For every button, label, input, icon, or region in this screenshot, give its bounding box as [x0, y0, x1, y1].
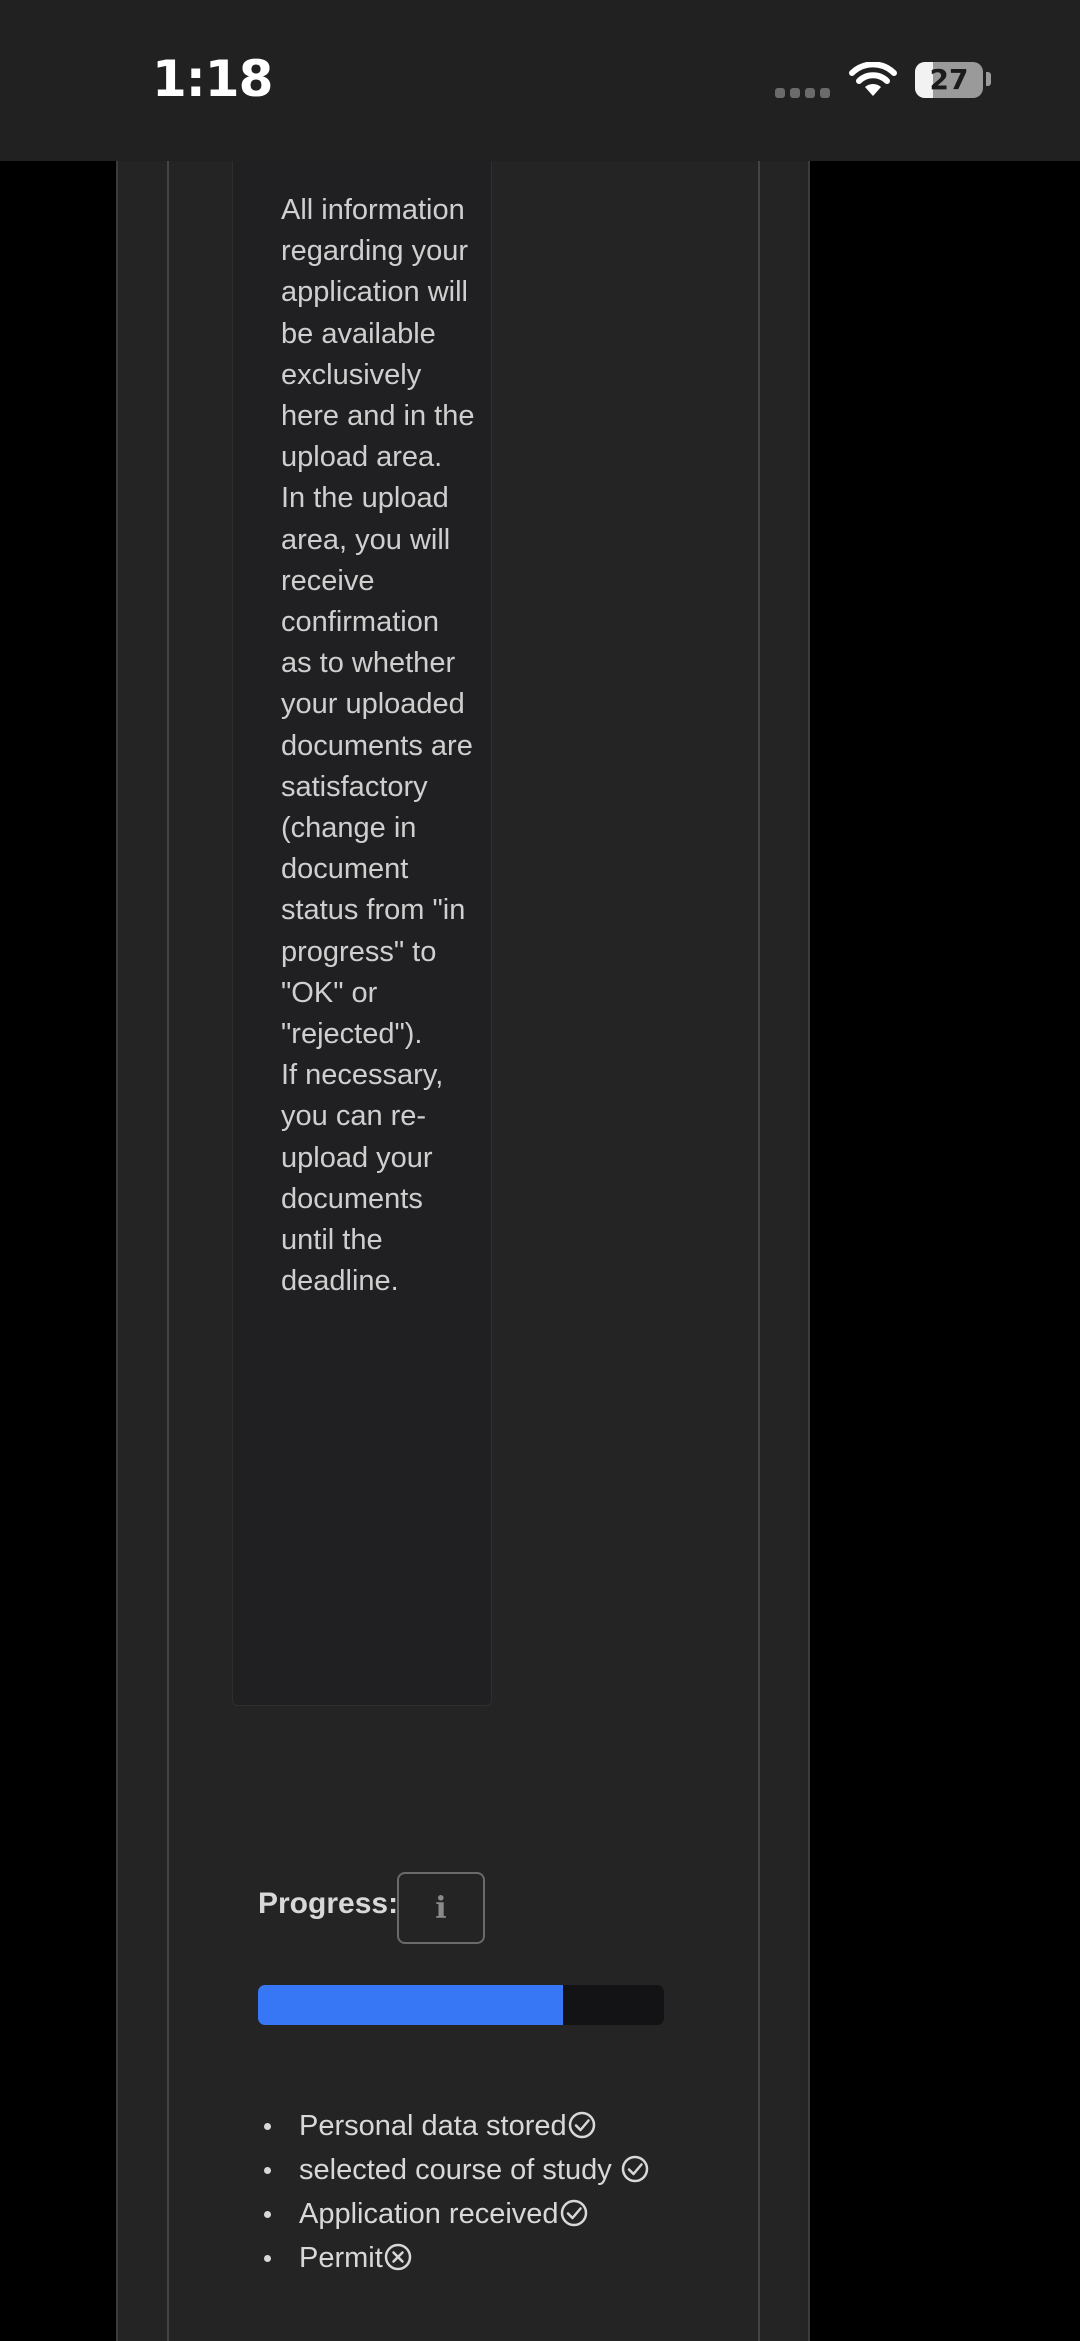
info-text: All information regarding your applicati… — [281, 190, 477, 1302]
battery-percentage: 27 — [929, 63, 969, 96]
check-circle-icon — [560, 2199, 587, 2227]
info-icon: i — [435, 1890, 447, 1926]
checklist-label: Personal data stored — [299, 2110, 567, 2142]
signal-icon — [775, 88, 830, 98]
check-circle-icon — [621, 2155, 649, 2183]
wifi-icon — [849, 62, 897, 96]
status-time: 1:18 — [152, 50, 273, 108]
list-item: Permit — [258, 2236, 658, 2280]
info-paragraph: All information regarding your applicati… — [281, 194, 475, 474]
check-circle-icon — [568, 2111, 595, 2139]
status-bar: 1:18 27 — [0, 0, 1080, 161]
progress-bar — [258, 1985, 664, 2025]
status-checklist: Personal data stored selected course of … — [258, 2104, 658, 2280]
progress-label: Progress: — [258, 1887, 399, 1920]
info-paragraph: In the upload area, you will receive con… — [281, 482, 473, 1051]
list-item: Personal data stored — [258, 2104, 658, 2148]
info-paragraph: If necessary, you can re-upload your doc… — [281, 1059, 444, 1298]
battery-icon: 27 — [915, 62, 983, 98]
progress-fill — [258, 1985, 563, 2025]
checklist-label: Application received — [299, 2198, 559, 2230]
x-circle-icon — [384, 2243, 412, 2271]
checklist-label: selected course of study — [299, 2154, 612, 2186]
checklist-label: Permit — [299, 2242, 383, 2274]
list-item: Application received — [258, 2192, 658, 2236]
list-item: selected course of study — [258, 2148, 658, 2192]
info-button[interactable]: i — [397, 1872, 485, 1944]
battery-cap — [986, 72, 991, 86]
